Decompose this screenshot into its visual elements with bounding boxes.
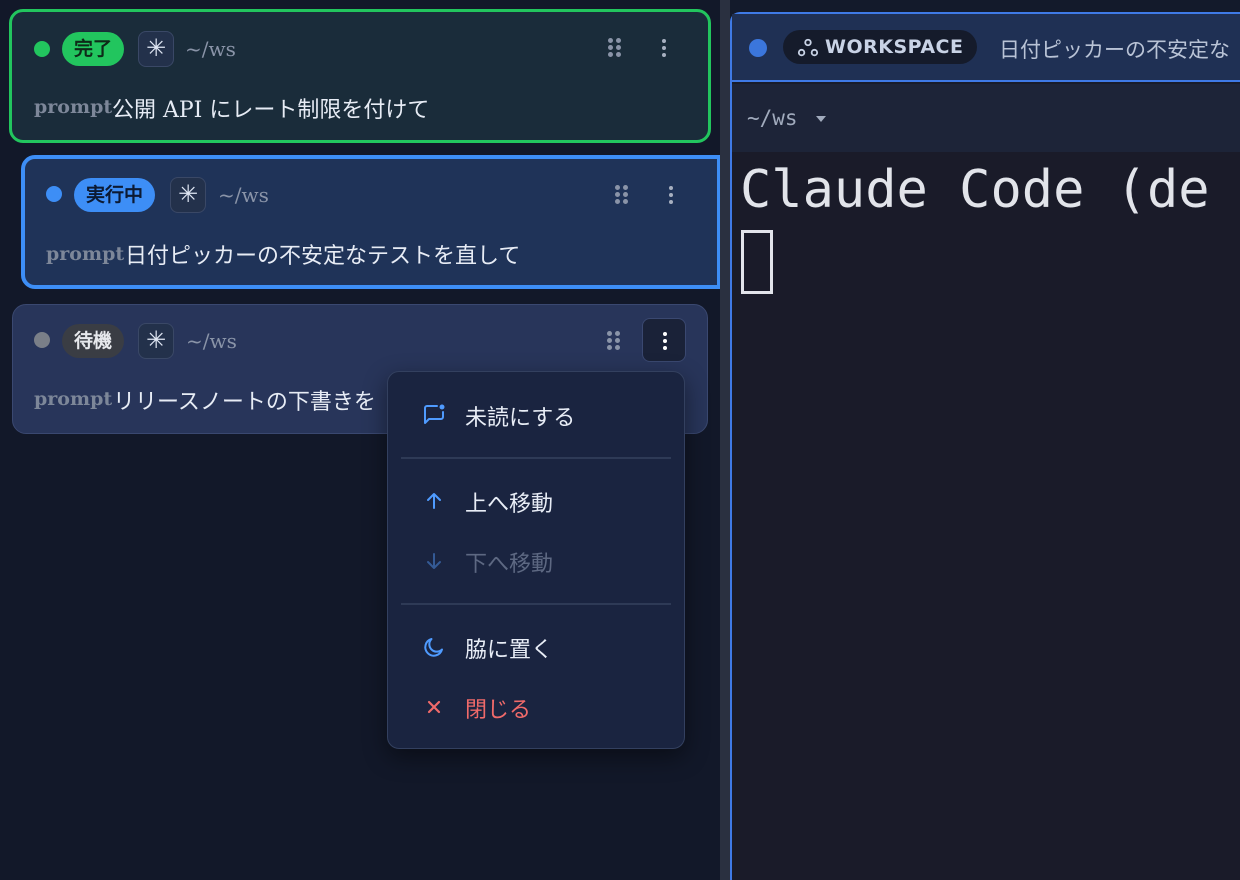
session-list: 完了 ✳ ~/ws prompt 公開 API にレート制限を付けて 実行中 ✳…	[0, 0, 721, 880]
sparkle-icon[interactable]: ✳	[138, 31, 174, 67]
session-card-done[interactable]: 完了 ✳ ~/ws prompt 公開 API にレート制限を付けて	[9, 9, 711, 143]
terminal-cursor	[741, 230, 773, 294]
prompt-text: 日付ピッカーの不安定なテストを直して	[125, 244, 521, 269]
status-badge: 実行中	[74, 178, 156, 212]
sparkle-icon[interactable]: ✳	[138, 323, 174, 359]
context-menu: 未読にする 上へ移動 下へ移動 脇に置く 閉じる	[387, 371, 685, 749]
workspace-badge[interactable]: WORKSPACE	[783, 30, 978, 64]
status-badge: 完了	[62, 32, 125, 66]
prompt-label: prompt	[46, 243, 125, 265]
message-unread-icon	[424, 404, 445, 424]
drag-handle-icon[interactable]	[608, 38, 622, 58]
session-card-running[interactable]: 実行中 ✳ ~/ws prompt 日付ピッカーの不安定なテストを直して	[21, 155, 721, 289]
menu-label: 閉じる	[465, 698, 532, 723]
terminal-tab[interactable]: WORKSPACE 日付ピッカーの不安定な	[732, 14, 1240, 82]
status-dot	[46, 186, 62, 202]
workspace-label: WORKSPACE	[825, 36, 964, 58]
menu-label: 脇に置く	[465, 638, 554, 663]
tab-title: 日付ピッカーの不安定な	[999, 38, 1230, 62]
workspace-icon	[797, 38, 819, 57]
prompt-label: prompt	[34, 96, 113, 118]
status-dot	[34, 41, 50, 57]
terminal-output[interactable]: Claude Code (de	[732, 152, 1240, 880]
arrow-down-icon	[427, 553, 441, 569]
prompt-label: prompt	[34, 388, 113, 410]
path-label: ~/ws	[747, 106, 798, 130]
menu-item-set-aside[interactable]: 脇に置く	[388, 622, 684, 672]
menu-label: 下へ移動	[465, 552, 554, 577]
prompt-text: 公開 API にレート制限を付けて	[112, 98, 430, 123]
menu-label: 上へ移動	[465, 492, 554, 517]
prompt-text: リリースノートの下書きを	[113, 390, 376, 415]
more-vert-icon[interactable]	[642, 26, 686, 70]
terminal-pane[interactable]: WORKSPACE 日付ピッカーの不安定な ~/ws Claude Code (…	[730, 12, 1240, 880]
terminal-line: Claude Code (de	[740, 160, 1210, 220]
menu-divider	[401, 457, 671, 459]
menu-label: 未読にする	[465, 406, 576, 431]
moon-icon	[424, 638, 443, 657]
more-vert-icon[interactable]	[642, 318, 686, 362]
menu-item-mark-unread[interactable]: 未読にする	[388, 390, 684, 440]
menu-divider	[401, 603, 671, 605]
drag-handle-icon[interactable]	[615, 185, 629, 205]
menu-item-close[interactable]: 閉じる	[388, 682, 684, 732]
path-selector[interactable]: ~/ws	[732, 84, 1240, 152]
close-icon	[427, 700, 441, 714]
drag-handle-icon[interactable]	[607, 331, 621, 351]
menu-item-move-up[interactable]: 上へ移動	[388, 476, 684, 526]
menu-item-move-down: 下へ移動	[388, 536, 684, 586]
sparkle-icon[interactable]: ✳	[170, 177, 206, 213]
status-badge: 待機	[62, 324, 125, 358]
session-path: ~/ws	[185, 37, 236, 61]
status-dot	[34, 332, 50, 348]
pane-divider[interactable]	[720, 0, 730, 880]
chevron-down-icon	[816, 116, 826, 122]
status-dot	[749, 39, 767, 57]
session-path: ~/ws	[186, 329, 237, 353]
more-vert-icon[interactable]	[649, 173, 693, 217]
session-path: ~/ws	[218, 183, 269, 207]
arrow-up-icon	[427, 493, 441, 509]
